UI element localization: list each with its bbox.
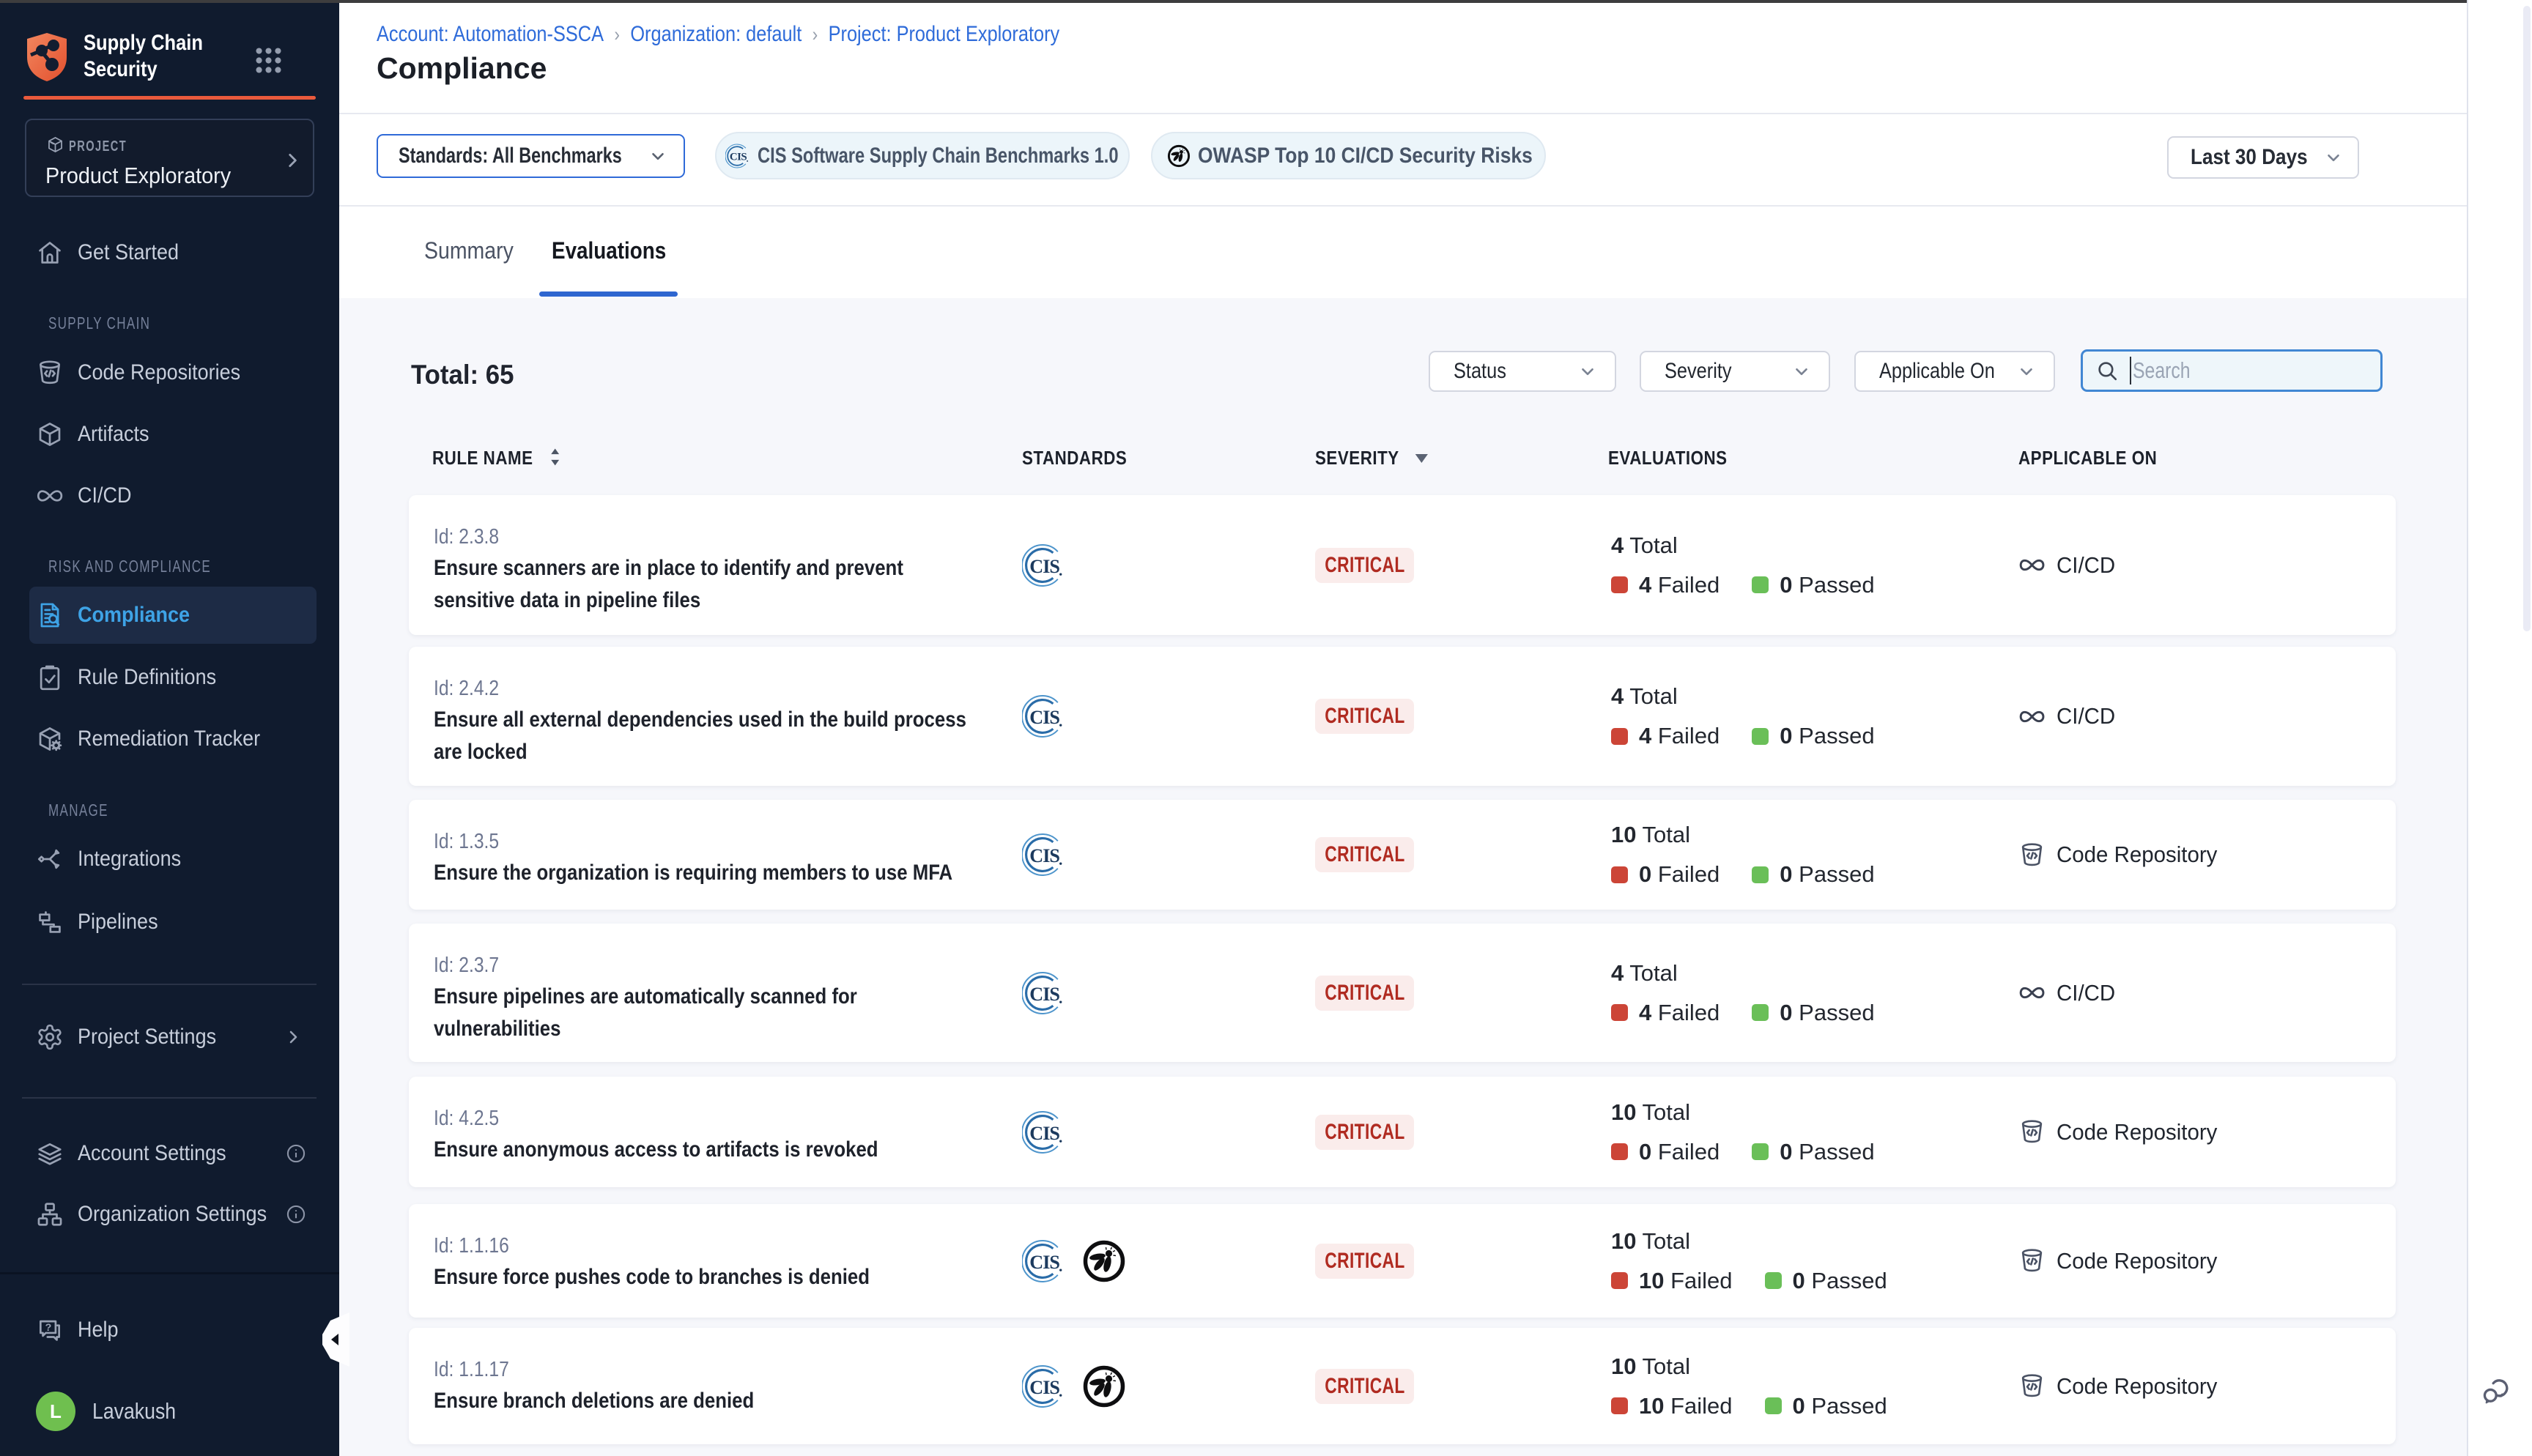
svg-text:?: ? — [45, 1322, 52, 1334]
